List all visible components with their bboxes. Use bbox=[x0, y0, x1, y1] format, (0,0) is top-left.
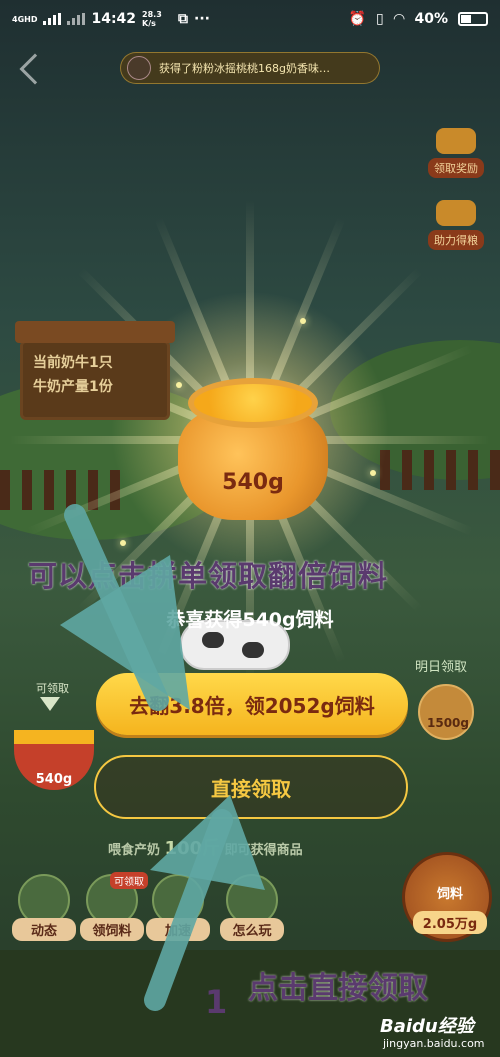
signal-icon bbox=[43, 13, 62, 25]
nav-feed-tag: 可领取 bbox=[110, 872, 148, 889]
sign-roof bbox=[15, 321, 175, 343]
sparkle bbox=[300, 318, 306, 324]
help-feed-label: 助力得粮 bbox=[428, 230, 484, 250]
status-bar: 4GHD 14:42 28.3 K/s ⧉ ··· ⏰ ▯ ◠ 40% bbox=[0, 0, 500, 38]
help-feed-button[interactable]: 助力得粮 bbox=[426, 190, 486, 250]
battery-icon bbox=[458, 12, 488, 26]
feed-store-title: 饲料 bbox=[436, 887, 463, 902]
network-speed: 28.3 K/s bbox=[142, 10, 162, 28]
nav-how-to-play[interactable]: 怎么玩 bbox=[220, 918, 284, 941]
feed-store-amount: 2.05万g bbox=[413, 911, 487, 934]
nav-get-feed[interactable]: 领饲料 bbox=[80, 918, 144, 941]
annotation-step-number: 1 bbox=[205, 983, 228, 1021]
treasure-icon bbox=[436, 128, 476, 154]
app-notification-icon: ⧉ bbox=[178, 11, 189, 27]
signal-icon bbox=[67, 13, 86, 25]
nav-speedup[interactable]: 加速 bbox=[146, 918, 210, 941]
hint-prefix: 喂食产奶 bbox=[108, 843, 161, 858]
milk-output: 牛奶产量1份 bbox=[33, 379, 113, 395]
hint-suffix: 即可获得商品 bbox=[224, 843, 303, 858]
battery-level: 40% bbox=[414, 11, 448, 27]
sparkle bbox=[120, 540, 126, 546]
down-arrow-icon bbox=[40, 697, 60, 711]
double-feed-button[interactable]: 去翻3.8倍，领2052g饲料 bbox=[96, 673, 408, 735]
nav-news[interactable]: 动态 bbox=[12, 918, 76, 941]
annotation-bottom: 点击直接领取 bbox=[248, 971, 428, 1006]
annotation-top: 可以点击拼单领取翻倍饲料 bbox=[28, 559, 389, 593]
feed-pile-icon bbox=[436, 200, 476, 226]
direct-claim-button[interactable]: 直接领取 bbox=[94, 755, 408, 819]
fence bbox=[380, 450, 500, 490]
more-icon: ··· bbox=[194, 11, 211, 27]
hint-amount: 100斤 bbox=[164, 838, 221, 859]
feed-bag-icon: 540g bbox=[178, 370, 328, 520]
farm-info-sign: 当前奶牛1只 牛奶产量1份 bbox=[15, 321, 175, 420]
status-time: 14:42 bbox=[91, 11, 137, 27]
baidu-watermark-url: jingyan.baidu.com bbox=[383, 1037, 485, 1050]
feed-store-button[interactable]: 饲料 2.05万g bbox=[402, 852, 492, 942]
goal-hint: 喂食产奶 100斤 即可获得商品 bbox=[108, 834, 408, 860]
network-type: 4GHD bbox=[12, 14, 38, 24]
ticker-text: 获得了粉粉冰摇桃桃168g奶香味… bbox=[159, 62, 330, 75]
congrats-text: 恭喜获得540g饲料 bbox=[166, 609, 334, 631]
baidu-watermark: Baidu经验 bbox=[380, 1016, 474, 1037]
bag-top bbox=[188, 378, 318, 428]
cow-count: 当前奶牛1只 bbox=[33, 355, 113, 371]
tomorrow-amount: 1500g bbox=[427, 716, 469, 730]
claimable-label: 可领取 bbox=[36, 682, 69, 695]
avatar bbox=[127, 56, 151, 80]
reward-ticker: 获得了粉粉冰摇桃桃168g奶香味… bbox=[120, 52, 380, 84]
claim-reward-label: 领取奖励 bbox=[428, 158, 484, 178]
wifi-icon: ◠ bbox=[393, 11, 405, 27]
tomorrow-label: 明日领取 bbox=[415, 660, 468, 675]
vibrate-icon: ▯ bbox=[375, 11, 384, 27]
alarm-icon: ⏰ bbox=[348, 11, 366, 27]
tomorrow-bag-icon[interactable] bbox=[418, 684, 474, 740]
sparkle bbox=[370, 470, 376, 476]
claimable-amount: 540g bbox=[35, 772, 73, 787]
claim-reward-button[interactable]: 领取奖励 bbox=[426, 118, 486, 178]
bag-amount: 540g bbox=[222, 470, 284, 495]
